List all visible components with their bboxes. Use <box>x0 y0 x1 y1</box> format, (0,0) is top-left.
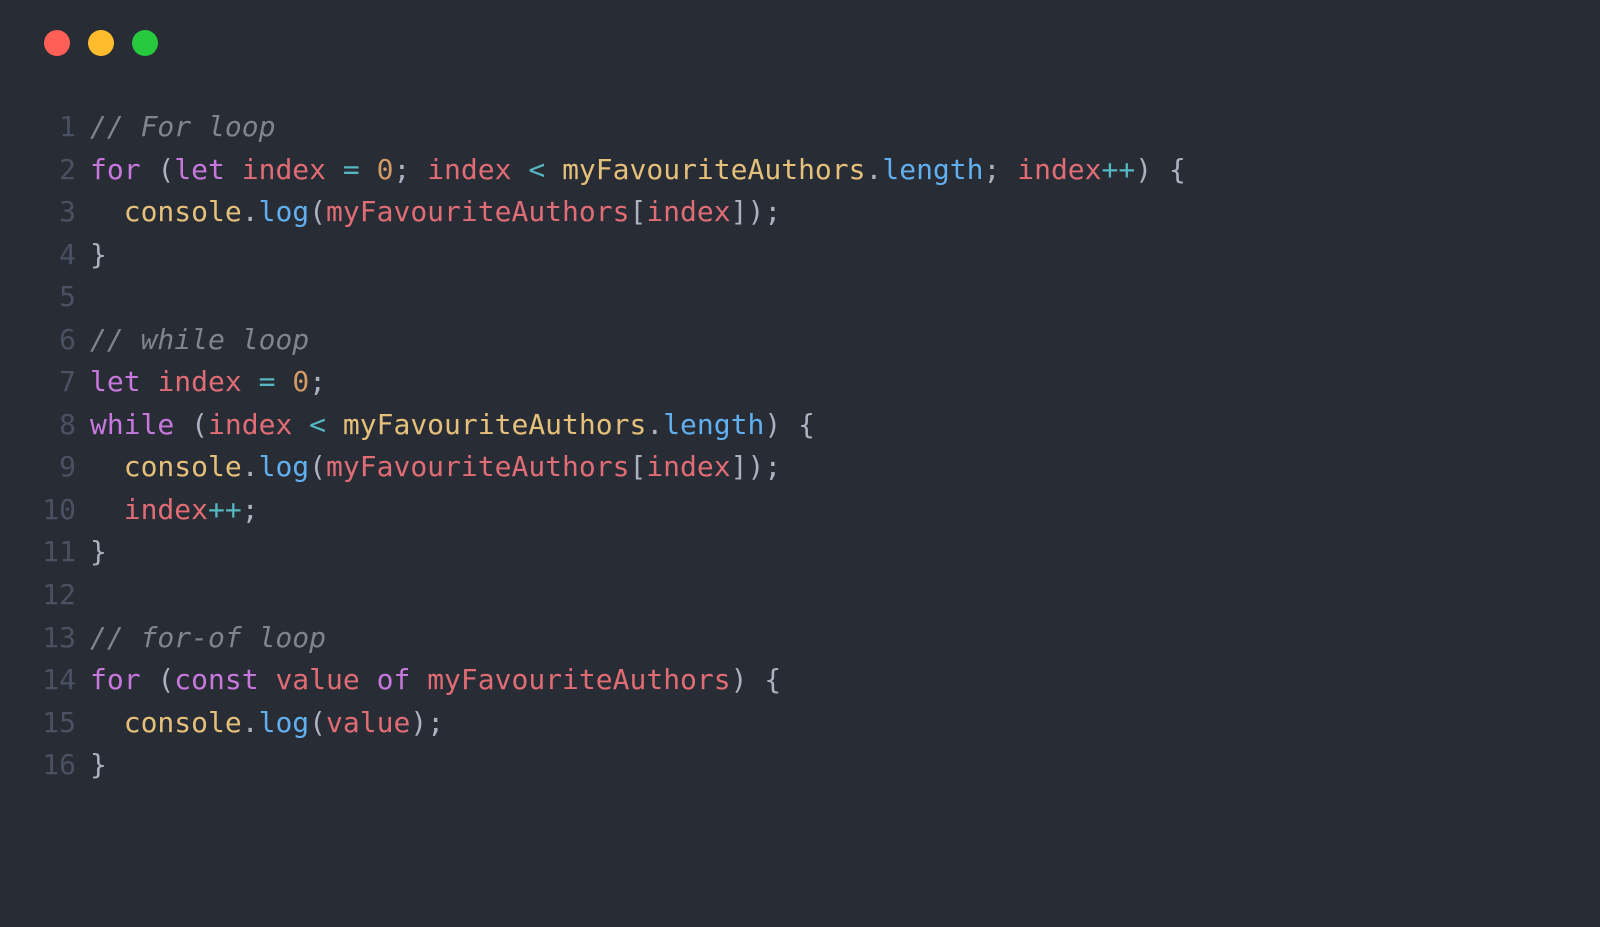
line-number: 7 <box>38 361 90 404</box>
close-icon[interactable] <box>44 30 70 56</box>
code-content: // For loop <box>90 106 1600 149</box>
line-number: 1 <box>38 106 90 149</box>
line-number: 2 <box>38 149 90 192</box>
code-line: 4} <box>38 234 1600 277</box>
code-content: // for-of loop <box>90 617 1600 660</box>
code-content: // while loop <box>90 319 1600 362</box>
code-content: console.log(value); <box>90 702 1600 745</box>
code-content <box>90 574 1600 617</box>
code-line: 10 index++; <box>38 489 1600 532</box>
line-number: 13 <box>38 617 90 660</box>
code-content: for (let index = 0; index < myFavouriteA… <box>90 149 1600 192</box>
code-line: 16} <box>38 744 1600 787</box>
line-number: 8 <box>38 404 90 447</box>
line-number: 11 <box>38 531 90 574</box>
code-line: 9 console.log(myFavouriteAuthors[index])… <box>38 446 1600 489</box>
line-number: 14 <box>38 659 90 702</box>
window-controls <box>0 0 1600 56</box>
code-line: 15 console.log(value); <box>38 702 1600 745</box>
line-number: 9 <box>38 446 90 489</box>
line-number: 10 <box>38 489 90 532</box>
code-content: } <box>90 234 1600 277</box>
code-line: 11} <box>38 531 1600 574</box>
line-number: 3 <box>38 191 90 234</box>
code-editor[interactable]: 1// For loop2for (let index = 0; index <… <box>0 106 1600 787</box>
code-line: 2for (let index = 0; index < myFavourite… <box>38 149 1600 192</box>
code-line: 1// For loop <box>38 106 1600 149</box>
code-line: 8while (index < myFavouriteAuthors.lengt… <box>38 404 1600 447</box>
code-line: 12 <box>38 574 1600 617</box>
code-line: 13// for-of loop <box>38 617 1600 660</box>
code-line: 14for (const value of myFavouriteAuthors… <box>38 659 1600 702</box>
maximize-icon[interactable] <box>132 30 158 56</box>
code-content <box>90 276 1600 319</box>
code-line: 5 <box>38 276 1600 319</box>
code-content: } <box>90 531 1600 574</box>
code-content: console.log(myFavouriteAuthors[index]); <box>90 191 1600 234</box>
line-number: 5 <box>38 276 90 319</box>
code-line: 6// while loop <box>38 319 1600 362</box>
code-content: let index = 0; <box>90 361 1600 404</box>
line-number: 16 <box>38 744 90 787</box>
code-line: 3 console.log(myFavouriteAuthors[index])… <box>38 191 1600 234</box>
line-number: 6 <box>38 319 90 362</box>
line-number: 15 <box>38 702 90 745</box>
code-content: while (index < myFavouriteAuthors.length… <box>90 404 1600 447</box>
line-number: 12 <box>38 574 90 617</box>
line-number: 4 <box>38 234 90 277</box>
code-content: for (const value of myFavouriteAuthors) … <box>90 659 1600 702</box>
code-line: 7let index = 0; <box>38 361 1600 404</box>
minimize-icon[interactable] <box>88 30 114 56</box>
code-content: index++; <box>90 489 1600 532</box>
code-content: } <box>90 744 1600 787</box>
code-content: console.log(myFavouriteAuthors[index]); <box>90 446 1600 489</box>
